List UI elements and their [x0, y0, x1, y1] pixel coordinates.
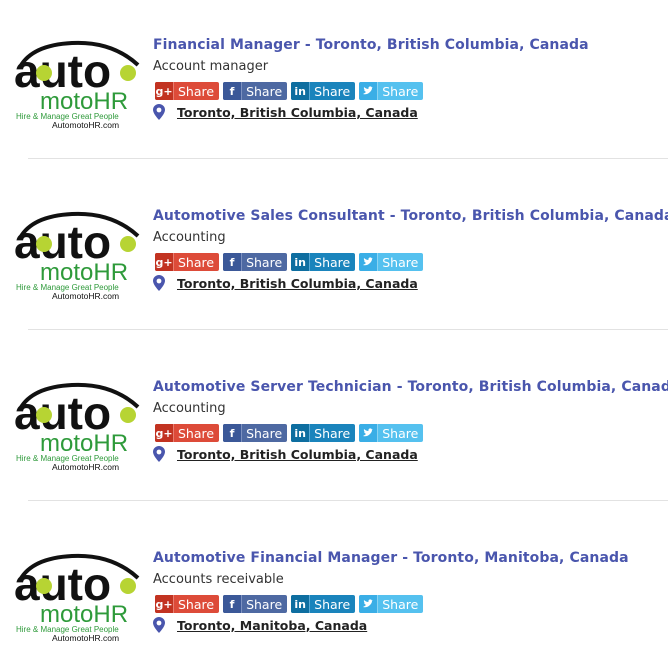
job-title-link[interactable]: Automotive Server Technician - Toronto, … — [153, 379, 668, 395]
twitter-icon — [359, 424, 379, 442]
location-link[interactable]: Toronto, British Columbia, Canada — [177, 105, 418, 120]
share-bar: g+ Share f Share in Share Share — [155, 424, 424, 442]
location-link[interactable]: Toronto, British Columbia, Canada — [177, 447, 418, 462]
share-bar: g+ Share f Share in Share Share — [155, 82, 424, 100]
svg-text:motoHR: motoHR — [40, 601, 128, 628]
facebook-icon: f — [223, 82, 243, 100]
job-location: Toronto, British Columbia, Canada — [153, 104, 418, 120]
linkedin-icon: in — [291, 595, 311, 613]
linkedin-share-button[interactable]: in Share — [291, 595, 356, 613]
facebook-share-button[interactable]: f Share — [223, 595, 288, 613]
company-logo: auto motoHR Hire & Manage Great People A… — [14, 211, 140, 301]
divider — [28, 329, 668, 330]
twitter-icon — [359, 253, 379, 271]
facebook-icon: f — [223, 595, 243, 613]
linkedin-icon: in — [291, 82, 311, 100]
job-listing: auto motoHR Hire & Manage Great People A… — [0, 379, 668, 519]
company-logo: auto motoHR Hire & Manage Great People A… — [14, 553, 140, 643]
facebook-icon: f — [223, 253, 243, 271]
share-bar: g+ Share f Share in Share Share — [155, 595, 424, 613]
job-category: Accounting — [153, 230, 226, 245]
twitter-share-button[interactable]: Share — [359, 82, 424, 100]
company-logo: auto motoHR Hire & Manage Great People A… — [14, 382, 140, 472]
google-plus-share-button[interactable]: g+ Share — [155, 253, 220, 271]
divider — [28, 158, 668, 159]
svg-text:AutomotoHR.com: AutomotoHR.com — [52, 462, 119, 472]
svg-text:AutomotoHR.com: AutomotoHR.com — [52, 633, 119, 643]
linkedin-share-button[interactable]: in Share — [291, 253, 356, 271]
map-pin-icon — [153, 275, 165, 291]
linkedin-icon: in — [291, 253, 311, 271]
job-title-link[interactable]: Automotive Sales Consultant - Toronto, B… — [153, 208, 668, 224]
svg-text:motoHR: motoHR — [40, 259, 128, 286]
google-plus-share-button[interactable]: g+ Share — [155, 595, 220, 613]
company-logo: auto motoHR Hire & Manage Great People A… — [14, 40, 140, 130]
linkedin-icon: in — [291, 424, 311, 442]
map-pin-icon — [153, 446, 165, 462]
google-plus-share-button[interactable]: g+ Share — [155, 82, 220, 100]
job-title-link[interactable]: Financial Manager - Toronto, British Col… — [153, 37, 589, 53]
twitter-share-button[interactable]: Share — [359, 253, 424, 271]
svg-text:motoHR: motoHR — [40, 430, 128, 457]
svg-text:AutomotoHR.com: AutomotoHR.com — [52, 120, 119, 130]
job-listing: auto motoHR Hire & Manage Great People A… — [0, 208, 668, 348]
job-category: Account manager — [153, 59, 269, 74]
linkedin-share-button[interactable]: in Share — [291, 82, 356, 100]
job-location: Toronto, British Columbia, Canada — [153, 275, 418, 291]
share-bar: g+ Share f Share in Share Share — [155, 253, 424, 271]
google-plus-icon: g+ — [155, 82, 174, 100]
svg-text:motoHR: motoHR — [40, 88, 128, 115]
svg-text:AutomotoHR.com: AutomotoHR.com — [52, 291, 119, 301]
twitter-icon — [359, 82, 379, 100]
job-location: Toronto, British Columbia, Canada — [153, 446, 418, 462]
map-pin-icon — [153, 617, 165, 633]
job-listing: auto motoHR Hire & Manage Great People A… — [0, 37, 668, 177]
facebook-icon: f — [223, 424, 243, 442]
google-plus-icon: g+ — [155, 253, 174, 271]
job-category: Accounting — [153, 401, 226, 416]
facebook-share-button[interactable]: f Share — [223, 253, 288, 271]
location-link[interactable]: Toronto, British Columbia, Canada — [177, 276, 418, 291]
location-link[interactable]: Toronto, Manitoba, Canada — [177, 618, 367, 633]
divider — [28, 500, 668, 501]
job-location: Toronto, Manitoba, Canada — [153, 617, 367, 633]
google-plus-share-button[interactable]: g+ Share — [155, 424, 220, 442]
facebook-share-button[interactable]: f Share — [223, 82, 288, 100]
google-plus-icon: g+ — [155, 595, 174, 613]
linkedin-share-button[interactable]: in Share — [291, 424, 356, 442]
job-listing: auto motoHR Hire & Manage Great People A… — [0, 550, 668, 656]
job-category: Accounts receivable — [153, 572, 284, 587]
job-title-link[interactable]: Automotive Financial Manager - Toronto, … — [153, 550, 629, 566]
twitter-share-button[interactable]: Share — [359, 424, 424, 442]
google-plus-icon: g+ — [155, 424, 174, 442]
map-pin-icon — [153, 104, 165, 120]
facebook-share-button[interactable]: f Share — [223, 424, 288, 442]
twitter-share-button[interactable]: Share — [359, 595, 424, 613]
twitter-icon — [359, 595, 379, 613]
